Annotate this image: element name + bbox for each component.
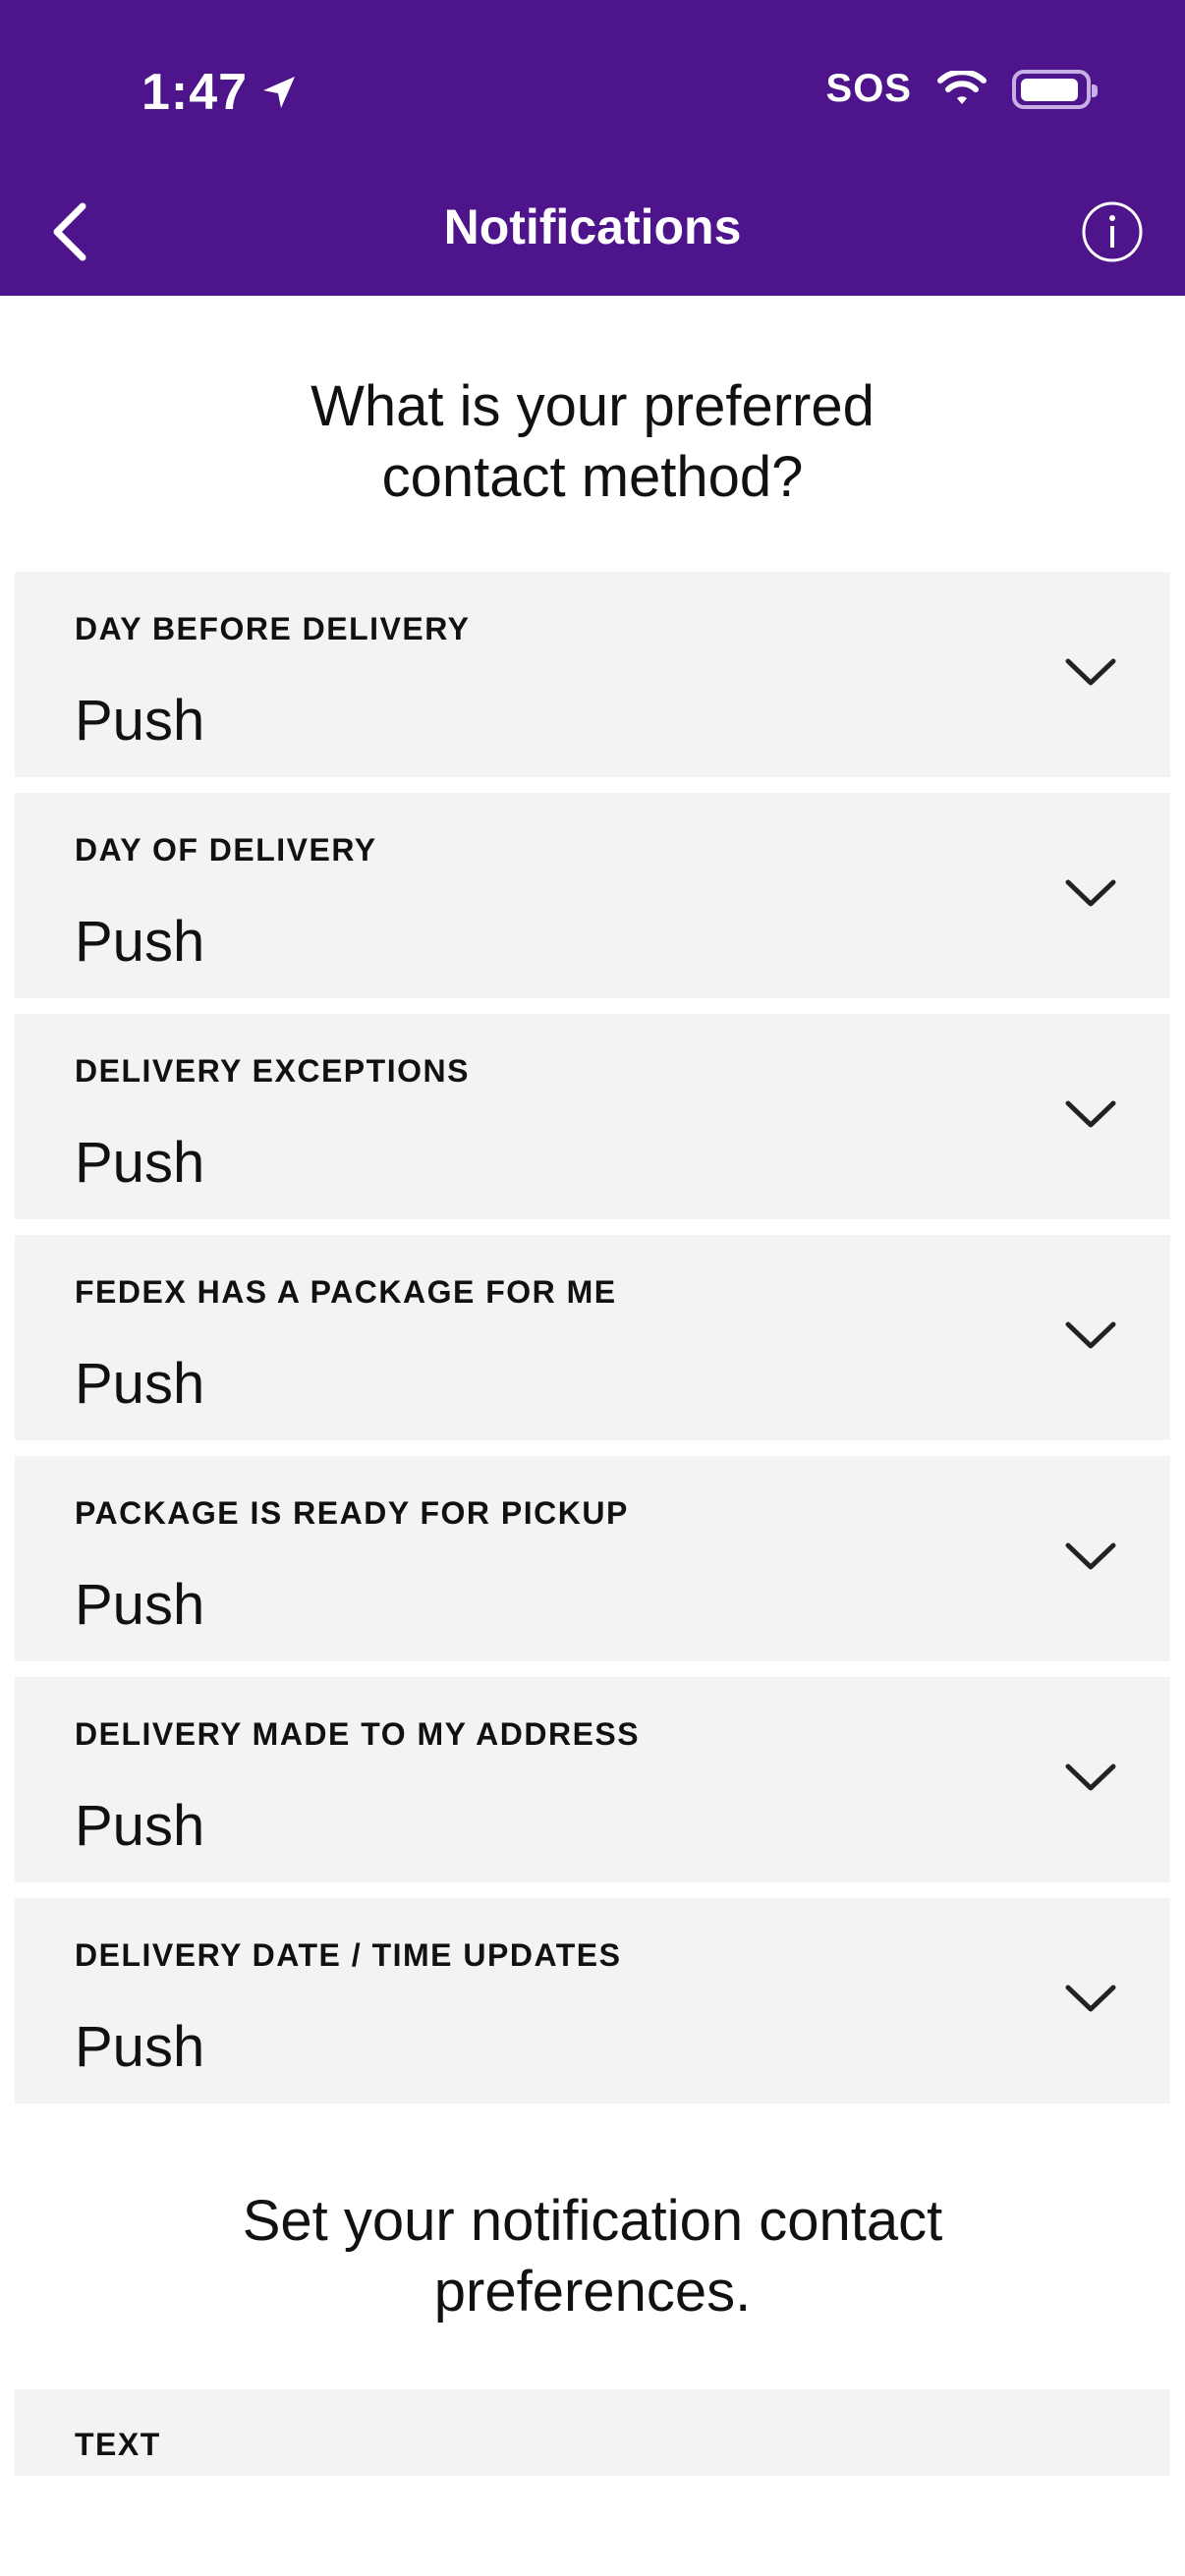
question-line-2: contact method? xyxy=(381,445,804,509)
dropdown-label: DAY OF DELIVERY xyxy=(75,832,377,868)
preferences-line-1: Set your notification contact xyxy=(242,2189,943,2253)
header: 1:47 SOS Notifications xyxy=(0,0,1185,296)
status-time: 1:47 xyxy=(141,63,299,122)
dropdown-day-of-delivery[interactable]: DAY OF DELIVERY Push xyxy=(15,793,1170,998)
dropdown-fedex-has-a-package[interactable]: FEDEX HAS A PACKAGE FOR ME Push xyxy=(15,1235,1170,1440)
page-title: Notifications xyxy=(443,199,742,254)
question-line-1: What is your preferred xyxy=(310,374,875,438)
dropdown-value: Push xyxy=(75,689,205,753)
status-indicators: SOS xyxy=(825,67,1098,111)
chevron-down-icon xyxy=(1065,1764,1116,1791)
dropdown-value: Push xyxy=(75,1794,205,1858)
chevron-down-icon xyxy=(1065,1985,1116,2012)
dropdown-package-ready-for-pickup[interactable]: PACKAGE IS READY FOR PICKUP Push xyxy=(15,1456,1170,1661)
info-icon[interactable] xyxy=(1081,200,1144,263)
preferences-line-2: preferences. xyxy=(433,2260,752,2324)
chevron-down-icon xyxy=(1065,1542,1116,1570)
dropdown-day-before-delivery[interactable]: DAY BEFORE DELIVERY Push xyxy=(15,572,1170,777)
dropdown-value: Push xyxy=(75,1131,205,1195)
notification-list: DAY BEFORE DELIVERY Push DAY OF DELIVERY… xyxy=(15,572,1170,2119)
location-arrow-icon xyxy=(263,77,296,108)
dropdown-value: Push xyxy=(75,2015,205,2079)
dropdown-value: Push xyxy=(75,910,205,974)
dropdown-label: DELIVERY DATE / TIME UPDATES xyxy=(75,1937,622,1973)
dropdown-label: PACKAGE IS READY FOR PICKUP xyxy=(75,1495,629,1531)
battery-icon xyxy=(1012,69,1098,109)
dropdown-label: DELIVERY EXCEPTIONS xyxy=(75,1053,470,1089)
status-time-text: 1:47 xyxy=(141,64,249,121)
dropdown-label: DELIVERY MADE TO MY ADDRESS xyxy=(75,1716,641,1752)
chevron-down-icon xyxy=(1065,1100,1116,1128)
preferences-heading: Set your notification contact preference… xyxy=(0,2186,1185,2327)
text-contact-label: TEXT xyxy=(75,2427,161,2462)
dropdown-value: Push xyxy=(75,1352,205,1416)
dropdown-delivery-exceptions[interactable]: DELIVERY EXCEPTIONS Push xyxy=(15,1014,1170,1219)
chevron-down-icon xyxy=(1065,658,1116,686)
dropdown-delivery-date-time-updates[interactable]: DELIVERY DATE / TIME UPDATES Push xyxy=(15,1898,1170,2103)
contact-method-question: What is your preferred contact method? xyxy=(0,371,1185,513)
text-contact-section[interactable]: TEXT xyxy=(15,2389,1170,2476)
sos-indicator: SOS xyxy=(825,67,912,110)
dropdown-delivery-made-to-address[interactable]: DELIVERY MADE TO MY ADDRESS Push xyxy=(15,1677,1170,1882)
dropdown-value: Push xyxy=(75,1573,205,1637)
chevron-down-icon xyxy=(1065,879,1116,907)
chevron-down-icon xyxy=(1065,1321,1116,1349)
dropdown-label: DAY BEFORE DELIVERY xyxy=(75,611,471,646)
wifi-icon xyxy=(937,70,987,104)
dropdown-label: FEDEX HAS A PACKAGE FOR ME xyxy=(75,1274,617,1310)
